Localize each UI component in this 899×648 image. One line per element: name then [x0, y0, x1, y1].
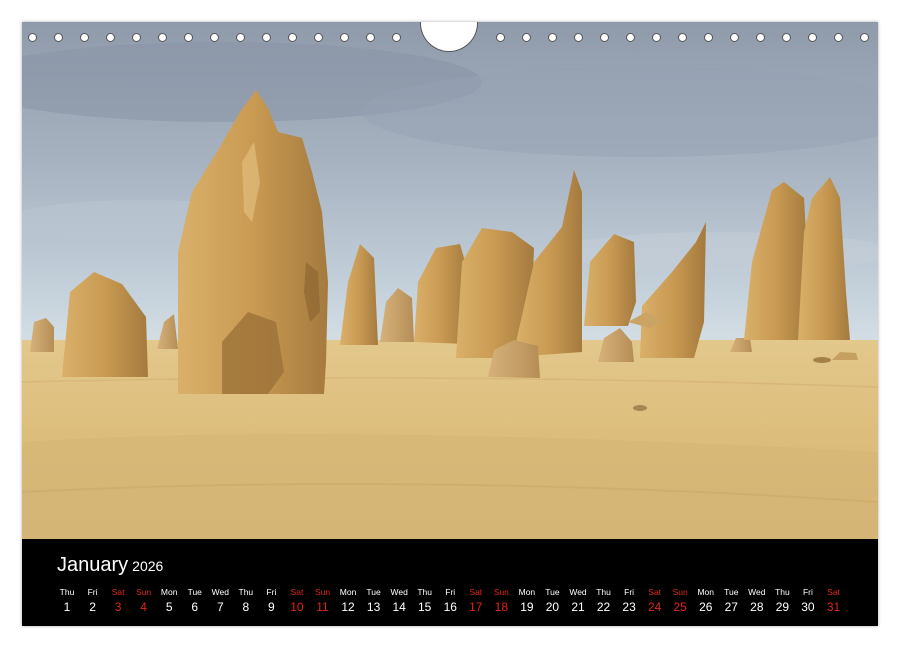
binding-hole [106, 33, 115, 42]
month-title: January2026 [57, 554, 163, 577]
binding-hole [756, 33, 765, 42]
calendar-page: January2026 Thu1Fri2Sat3Sun4Mon5Tue6Wed7… [22, 22, 878, 626]
calendar-bar: January2026 Thu1Fri2Sat3Sun4Mon5Tue6Wed7… [22, 539, 878, 626]
day-cell: Sat31 [819, 585, 849, 615]
binding-hole [132, 33, 141, 42]
wire-binding [22, 24, 878, 54]
binding-hole [782, 33, 791, 42]
month-name: January [57, 554, 128, 576]
binding-hole [600, 33, 609, 42]
hanger-notch [420, 22, 478, 52]
binding-hole [834, 33, 843, 42]
binding-hole [80, 33, 89, 42]
weekday-label: Sat [819, 585, 849, 599]
binding-hole [860, 33, 869, 42]
binding-hole [548, 33, 557, 42]
binding-hole [314, 33, 323, 42]
binding-hole [262, 33, 271, 42]
binding-hole [496, 33, 505, 42]
binding-hole [184, 33, 193, 42]
binding-hole [522, 33, 531, 42]
binding-hole [730, 33, 739, 42]
binding-hole [652, 33, 661, 42]
binding-hole [340, 33, 349, 42]
date-number: 31 [819, 599, 849, 615]
binding-hole [288, 33, 297, 42]
year-label: 2026 [132, 558, 163, 574]
binding-hole [210, 33, 219, 42]
binding-hole [704, 33, 713, 42]
pinnacles-desert-photo [22, 22, 878, 539]
binding-hole [574, 33, 583, 42]
binding-hole [158, 33, 167, 42]
binding-hole [236, 33, 245, 42]
binding-hole [366, 33, 375, 42]
binding-hole [28, 33, 37, 42]
binding-hole [626, 33, 635, 42]
binding-hole [392, 33, 401, 42]
days-row: Thu1Fri2Sat3Sun4Mon5Tue6Wed7Thu8Fri9Sat1… [52, 585, 852, 625]
binding-hole [678, 33, 687, 42]
binding-hole [54, 33, 63, 42]
binding-hole [808, 33, 817, 42]
